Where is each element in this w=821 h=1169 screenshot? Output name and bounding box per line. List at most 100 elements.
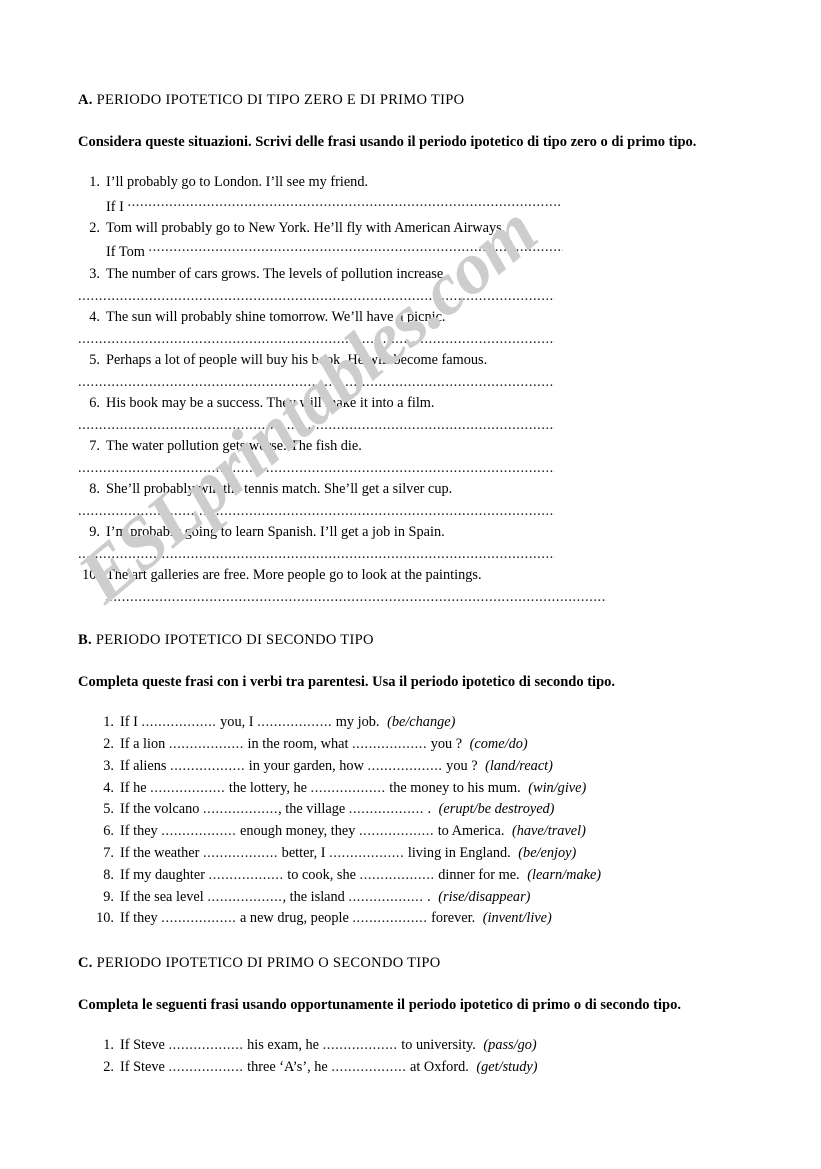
item-number: 5.: [89, 351, 100, 368]
fill-in-blank[interactable]: ..................: [323, 1036, 398, 1055]
sentence-part: ?: [471, 757, 478, 774]
list-item: 1. If Steve .................. his exam, …: [92, 1036, 758, 1055]
item-text: I’m probably going to learn Spanish. I’l…: [106, 523, 445, 540]
section-a-letter: A.: [78, 92, 93, 108]
verb-hint: (have/travel): [508, 823, 586, 840]
sentence-part: to cook, she: [283, 866, 360, 883]
item-number: 1.: [103, 714, 114, 731]
sentence-part: my job.: [332, 714, 380, 731]
list-item: 6. His book may be a success. They will m…: [78, 394, 758, 434]
list-item: 1. I’ll probably go to London. I’ll see m…: [78, 173, 758, 216]
section-c-title-text: PERIODO IPOTETICO DI PRIMO O SECONDO TIP…: [96, 954, 441, 971]
item-text: His book may be a success. They will mak…: [106, 394, 435, 411]
dotted-leader[interactable]: ........................................…: [78, 461, 555, 477]
item-number: 10.: [96, 910, 114, 927]
section-b-title-text: PERIODO IPOTETICO DI SECONDO TIPO: [95, 631, 374, 648]
dotted-leader[interactable]: ........................................…: [78, 375, 555, 391]
item-number: 3.: [89, 265, 100, 282]
dotted-leader[interactable]: ........................................…: [105, 590, 607, 606]
sentence-part: .: [423, 801, 432, 818]
item-number: 5.: [103, 801, 114, 818]
dotted-leader[interactable]: ........................................…: [78, 418, 555, 434]
item-number: 7.: [103, 845, 114, 862]
answer-line-prefix: If Tom: [106, 244, 149, 261]
fill-in-blank[interactable]: ..................: [207, 888, 282, 907]
sentence-part: If the volcano: [120, 801, 203, 818]
dotted-leader[interactable]: ........................................…: [148, 239, 563, 256]
fill-in-blank[interactable]: ..................: [367, 757, 442, 776]
fill-in-blank[interactable]: ..................: [203, 844, 278, 863]
verb-hint: (be/enjoy): [514, 845, 577, 862]
fill-in-blank[interactable]: ..................: [209, 866, 284, 885]
sentence-part: his exam, he: [243, 1037, 323, 1054]
fill-in-blank[interactable]: ..................: [161, 909, 236, 928]
item-number: 1.: [103, 1037, 114, 1054]
list-item: 5. Perhaps a lot of people will buy his b…: [78, 351, 758, 391]
fill-in-blank[interactable]: ..................: [257, 713, 332, 732]
fill-in-blank[interactable]: ..................: [359, 822, 434, 841]
dotted-leader[interactable]: ........................................…: [127, 194, 562, 211]
list-item: 10. The art galleries are free. More peop…: [78, 566, 758, 606]
fill-in-blank[interactable]: ..................: [203, 800, 278, 819]
item-number: 4.: [103, 779, 114, 796]
verb-hint: (come/do): [466, 736, 528, 753]
dotted-leader[interactable]: ........................................…: [78, 332, 555, 348]
item-text: I’ll probably go to London. I’ll see my …: [106, 174, 369, 191]
sentence-part: you: [442, 757, 472, 774]
sentence-part: dinner for me.: [434, 866, 520, 883]
fill-in-blank[interactable]: ..................: [168, 1058, 243, 1077]
sentence-part: to university.: [397, 1037, 476, 1054]
fill-in-blank[interactable]: ..................: [168, 1036, 243, 1055]
fill-in-blank[interactable]: ..................: [150, 779, 225, 798]
list-item: 9. If the sea level .................., t…: [92, 888, 758, 907]
fill-in-blank[interactable]: ..................: [349, 800, 424, 819]
verb-hint: (win/give): [524, 779, 587, 796]
verb-hint: (be/change): [383, 714, 456, 731]
sentence-part: If Steve: [120, 1037, 169, 1054]
item-text: The art galleries are free. More people …: [106, 566, 482, 583]
answer-line[interactable]: If I ...................................…: [106, 194, 758, 216]
list-item: 7. The water pollution gets worse. The fi…: [78, 437, 758, 477]
item-number: 7.: [89, 437, 100, 454]
sentence-part: enough money, they: [236, 823, 359, 840]
sentence-part: If the weather: [120, 845, 203, 862]
section-c-instruction: Completa le seguenti frasi usando opport…: [78, 996, 681, 1013]
list-item: 7. If the weather .................. bett…: [92, 844, 758, 863]
fill-in-blank[interactable]: ..................: [360, 866, 435, 885]
item-number: 2.: [103, 1059, 114, 1076]
sentence-part: you: [427, 736, 456, 753]
sentence-part: If they: [120, 823, 162, 840]
fill-in-blank[interactable]: ..................: [311, 779, 386, 798]
list-item: 10. If they .................. a new drug…: [92, 909, 758, 928]
worksheet-page: ESLprintables.com A. PERIODO IPOTETICO D…: [0, 0, 821, 1169]
sentence-part: in your garden, how: [245, 757, 368, 774]
fill-in-blank[interactable]: ..................: [169, 735, 244, 754]
sentence-part: forever.: [427, 910, 476, 927]
section-c-list: 1. If Steve .................. his exam, …: [78, 1036, 758, 1077]
verb-hint: (invent/live): [479, 910, 552, 927]
fill-in-blank[interactable]: ..................: [141, 713, 216, 732]
fill-in-blank[interactable]: ..................: [170, 757, 245, 776]
dotted-leader[interactable]: ........................................…: [78, 504, 555, 520]
fill-in-blank[interactable]: ..................: [331, 1058, 406, 1077]
section-c: C. PERIODO IPOTETICO DI PRIMO O SECONDO …: [78, 955, 758, 1078]
sentence-part: you, I: [216, 714, 258, 731]
fill-in-blank[interactable]: ..................: [352, 735, 427, 754]
dotted-leader[interactable]: ........................................…: [78, 289, 555, 305]
item-text: The number of cars grows. The levels of …: [106, 265, 447, 282]
section-a: A. PERIODO IPOTETICO DI TIPO ZERO E DI P…: [78, 92, 758, 606]
sentence-part: If aliens: [120, 757, 171, 774]
answer-line[interactable]: If Tom .................................…: [106, 239, 758, 261]
list-item: 8. She’ll probably win the tennis match. …: [78, 480, 758, 520]
fill-in-blank[interactable]: ..................: [348, 888, 423, 907]
fill-in-blank[interactable]: ..................: [352, 909, 427, 928]
dotted-leader[interactable]: ........................................…: [78, 547, 555, 563]
sentence-part: three ‘A’s’, he: [243, 1059, 332, 1076]
sentence-part: to America.: [434, 823, 505, 840]
sentence-part: If a lion: [120, 736, 169, 753]
fill-in-blank[interactable]: ..................: [161, 822, 236, 841]
verb-hint: (pass/go): [479, 1037, 537, 1054]
fill-in-blank[interactable]: ..................: [329, 844, 404, 863]
sentence-part: , the village: [278, 801, 349, 818]
section-c-title: C. PERIODO IPOTETICO DI PRIMO O SECONDO …: [78, 955, 758, 972]
